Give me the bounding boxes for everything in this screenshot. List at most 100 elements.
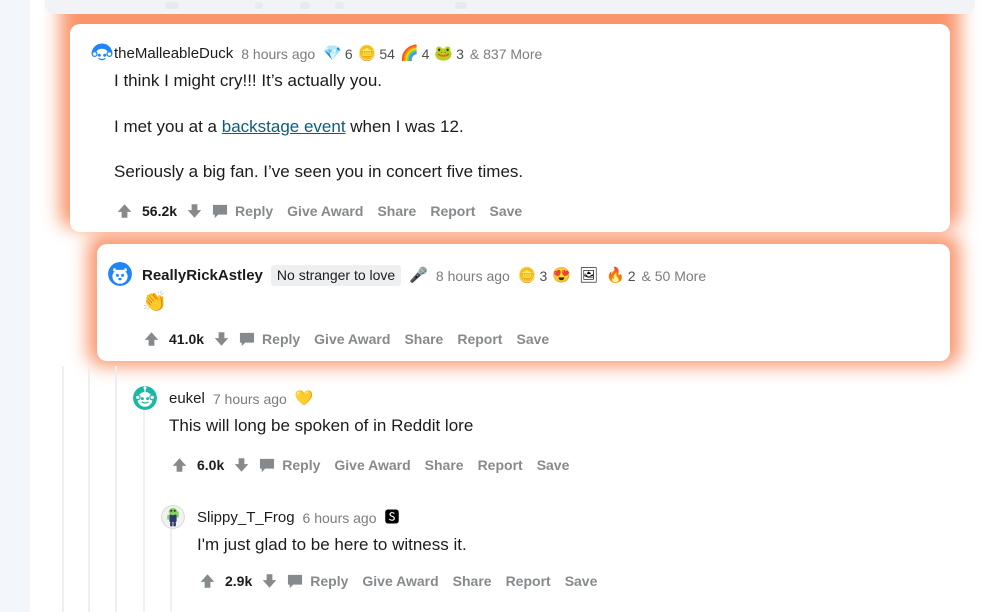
award-count: 4 — [421, 45, 430, 62]
comment-2: ReallyRickAstley No stranger to love 🎤 8… — [97, 244, 950, 361]
save-button[interactable]: Save — [537, 457, 570, 473]
award-item[interactable]: 🔥 2 — [606, 268, 635, 283]
upvote-button[interactable] — [143, 330, 160, 348]
avatar[interactable] — [133, 386, 157, 410]
username-link[interactable]: eukel — [169, 391, 205, 406]
award-item[interactable]: 🖼 — [579, 268, 601, 283]
award-count: 54 — [379, 45, 395, 62]
report-button[interactable]: Report — [478, 457, 523, 473]
share-button[interactable]: Share — [425, 457, 464, 473]
avatar[interactable] — [90, 42, 114, 66]
comment-4: Slippy_T_Frog 6 hours ago 🆂 I'm just gla… — [158, 501, 958, 611]
silver-award-icon: 🪙 — [517, 267, 537, 284]
comment-age: 6 hours ago — [302, 509, 377, 526]
downvote-button[interactable] — [261, 572, 278, 590]
award-count: 3 — [539, 267, 548, 284]
share-button[interactable]: Share — [404, 331, 443, 347]
awards-list: 🆂 — [385, 510, 408, 525]
awards-list: 💛 — [295, 391, 322, 406]
username-link[interactable]: Slippy_T_Frog — [197, 510, 295, 525]
save-button[interactable]: Save — [489, 203, 522, 219]
upvote-button[interactable] — [116, 202, 133, 220]
give-award-button[interactable]: Give Award — [314, 331, 390, 347]
award-item[interactable]: 🪙 3 — [518, 268, 547, 283]
comment-actions: 6.0k Reply Give Award Share Report Save — [171, 456, 569, 474]
comment-body: 👏 — [142, 292, 167, 315]
upvote-button[interactable] — [199, 572, 216, 590]
comment-header: Slippy_T_Frog 6 hours ago 🆂 — [197, 510, 408, 525]
comment-bubble-icon[interactable] — [259, 458, 275, 473]
comment-paragraph: This will long be spoken of in Reddit lo… — [169, 416, 474, 435]
username-link[interactable]: ReallyRickAstley — [142, 268, 263, 283]
score-count: 56.2k — [142, 203, 178, 219]
give-award-button[interactable]: Give Award — [287, 203, 363, 219]
comment-body: I think I might cry!!! It’s actually you… — [114, 70, 914, 184]
award-item[interactable]: 😍 — [552, 268, 574, 283]
share-button[interactable]: Share — [453, 573, 492, 589]
award-item[interactable]: 🐸 3 — [434, 46, 463, 61]
upvote-button[interactable] — [171, 456, 188, 474]
avatar[interactable] — [161, 505, 185, 529]
share-button[interactable]: Share — [377, 203, 416, 219]
avatar[interactable] — [108, 262, 132, 286]
comment-body: This will long be spoken of in Reddit lo… — [169, 415, 909, 438]
comment-3: eukel 7 hours ago 💛 This will long be sp… — [130, 382, 950, 492]
comment-actions: 2.9k Reply Give Award Share Report Save — [199, 572, 597, 590]
downvote-button[interactable] — [213, 330, 230, 348]
score-count: 41.0k — [169, 331, 205, 347]
award-count: 3 — [456, 45, 464, 62]
report-button[interactable]: Report — [506, 573, 551, 589]
score-count: 2.9k — [225, 573, 253, 589]
give-award-button[interactable]: Give Award — [362, 573, 438, 589]
award-item[interactable]: 🪙 54 — [358, 46, 395, 61]
threadline-depth-2 — [88, 366, 90, 612]
threadline-depth-1 — [62, 366, 64, 612]
comment-bubble-icon[interactable] — [239, 332, 255, 347]
reply-button[interactable]: Reply — [282, 457, 320, 473]
save-button[interactable]: Save — [565, 573, 598, 589]
comment-header: theMalleableDuck 8 hours ago 💎 6 🪙 54 🌈 … — [114, 46, 542, 61]
report-button[interactable]: Report — [457, 331, 502, 347]
comment-1: theMalleableDuck 8 hours ago 💎 6 🪙 54 🌈 … — [70, 24, 950, 232]
ghost-line — [455, 2, 467, 9]
downvote-button[interactable] — [233, 456, 250, 474]
comment-paragraph: Seriously a big fan. I’ve seen you in co… — [114, 162, 524, 182]
backstage-event-link[interactable]: backstage event — [222, 117, 346, 136]
reply-button[interactable]: Reply — [235, 203, 273, 219]
heart-eyes-award-icon: 😍 — [552, 267, 572, 284]
score-count: 6.0k — [197, 457, 225, 473]
comment-header: ReallyRickAstley No stranger to love 🎤 8… — [142, 265, 706, 286]
previous-comment-card-partial[interactable] — [45, 0, 975, 14]
comment-bubble-icon[interactable] — [287, 574, 303, 589]
comment-age: 7 hours ago — [212, 390, 287, 407]
rainbow-award-icon: 🌈 — [399, 45, 419, 62]
more-awards-link[interactable]: & 837 More — [470, 47, 542, 61]
user-flair: No stranger to love — [270, 265, 402, 286]
more-awards-link[interactable]: & 50 More — [642, 269, 707, 283]
reply-button[interactable]: Reply — [262, 331, 300, 347]
award-count: 2 — [627, 267, 636, 284]
reply-button[interactable]: Reply — [310, 573, 348, 589]
gem-award-icon: 💎 — [323, 45, 342, 62]
report-button[interactable]: Report — [430, 203, 475, 219]
awards-list: 🪙 3 😍 🖼 🔥 2 — [518, 268, 641, 283]
award-item[interactable]: 🌈 4 — [400, 46, 429, 61]
award-item[interactable]: 💎 6 — [323, 46, 352, 61]
username-link[interactable]: theMalleableDuck — [114, 46, 233, 61]
comment-paragraph: I met you at a backstage event when I wa… — [114, 116, 914, 139]
save-button[interactable]: Save — [516, 331, 549, 347]
comment-actions: 41.0k Reply Give Award Share Report Save — [143, 330, 549, 348]
award-count: 6 — [344, 45, 353, 62]
silver-award-icon: 🪙 — [357, 45, 377, 62]
give-award-button[interactable]: Give Award — [334, 457, 410, 473]
award-item[interactable]: 💛 — [295, 391, 317, 406]
page-gutter — [0, 0, 30, 612]
award-item[interactable]: 🆂 — [385, 510, 403, 525]
ghost-line — [165, 2, 179, 9]
ghost-line — [255, 2, 263, 9]
frog-award-icon: 🐸 — [434, 45, 454, 62]
downvote-button[interactable] — [186, 202, 203, 220]
comment-body: I'm just glad to be here to witness it. — [197, 534, 917, 557]
comment-paragraph: I'm just glad to be here to witness it. — [197, 535, 467, 554]
comment-bubble-icon[interactable] — [212, 204, 228, 219]
